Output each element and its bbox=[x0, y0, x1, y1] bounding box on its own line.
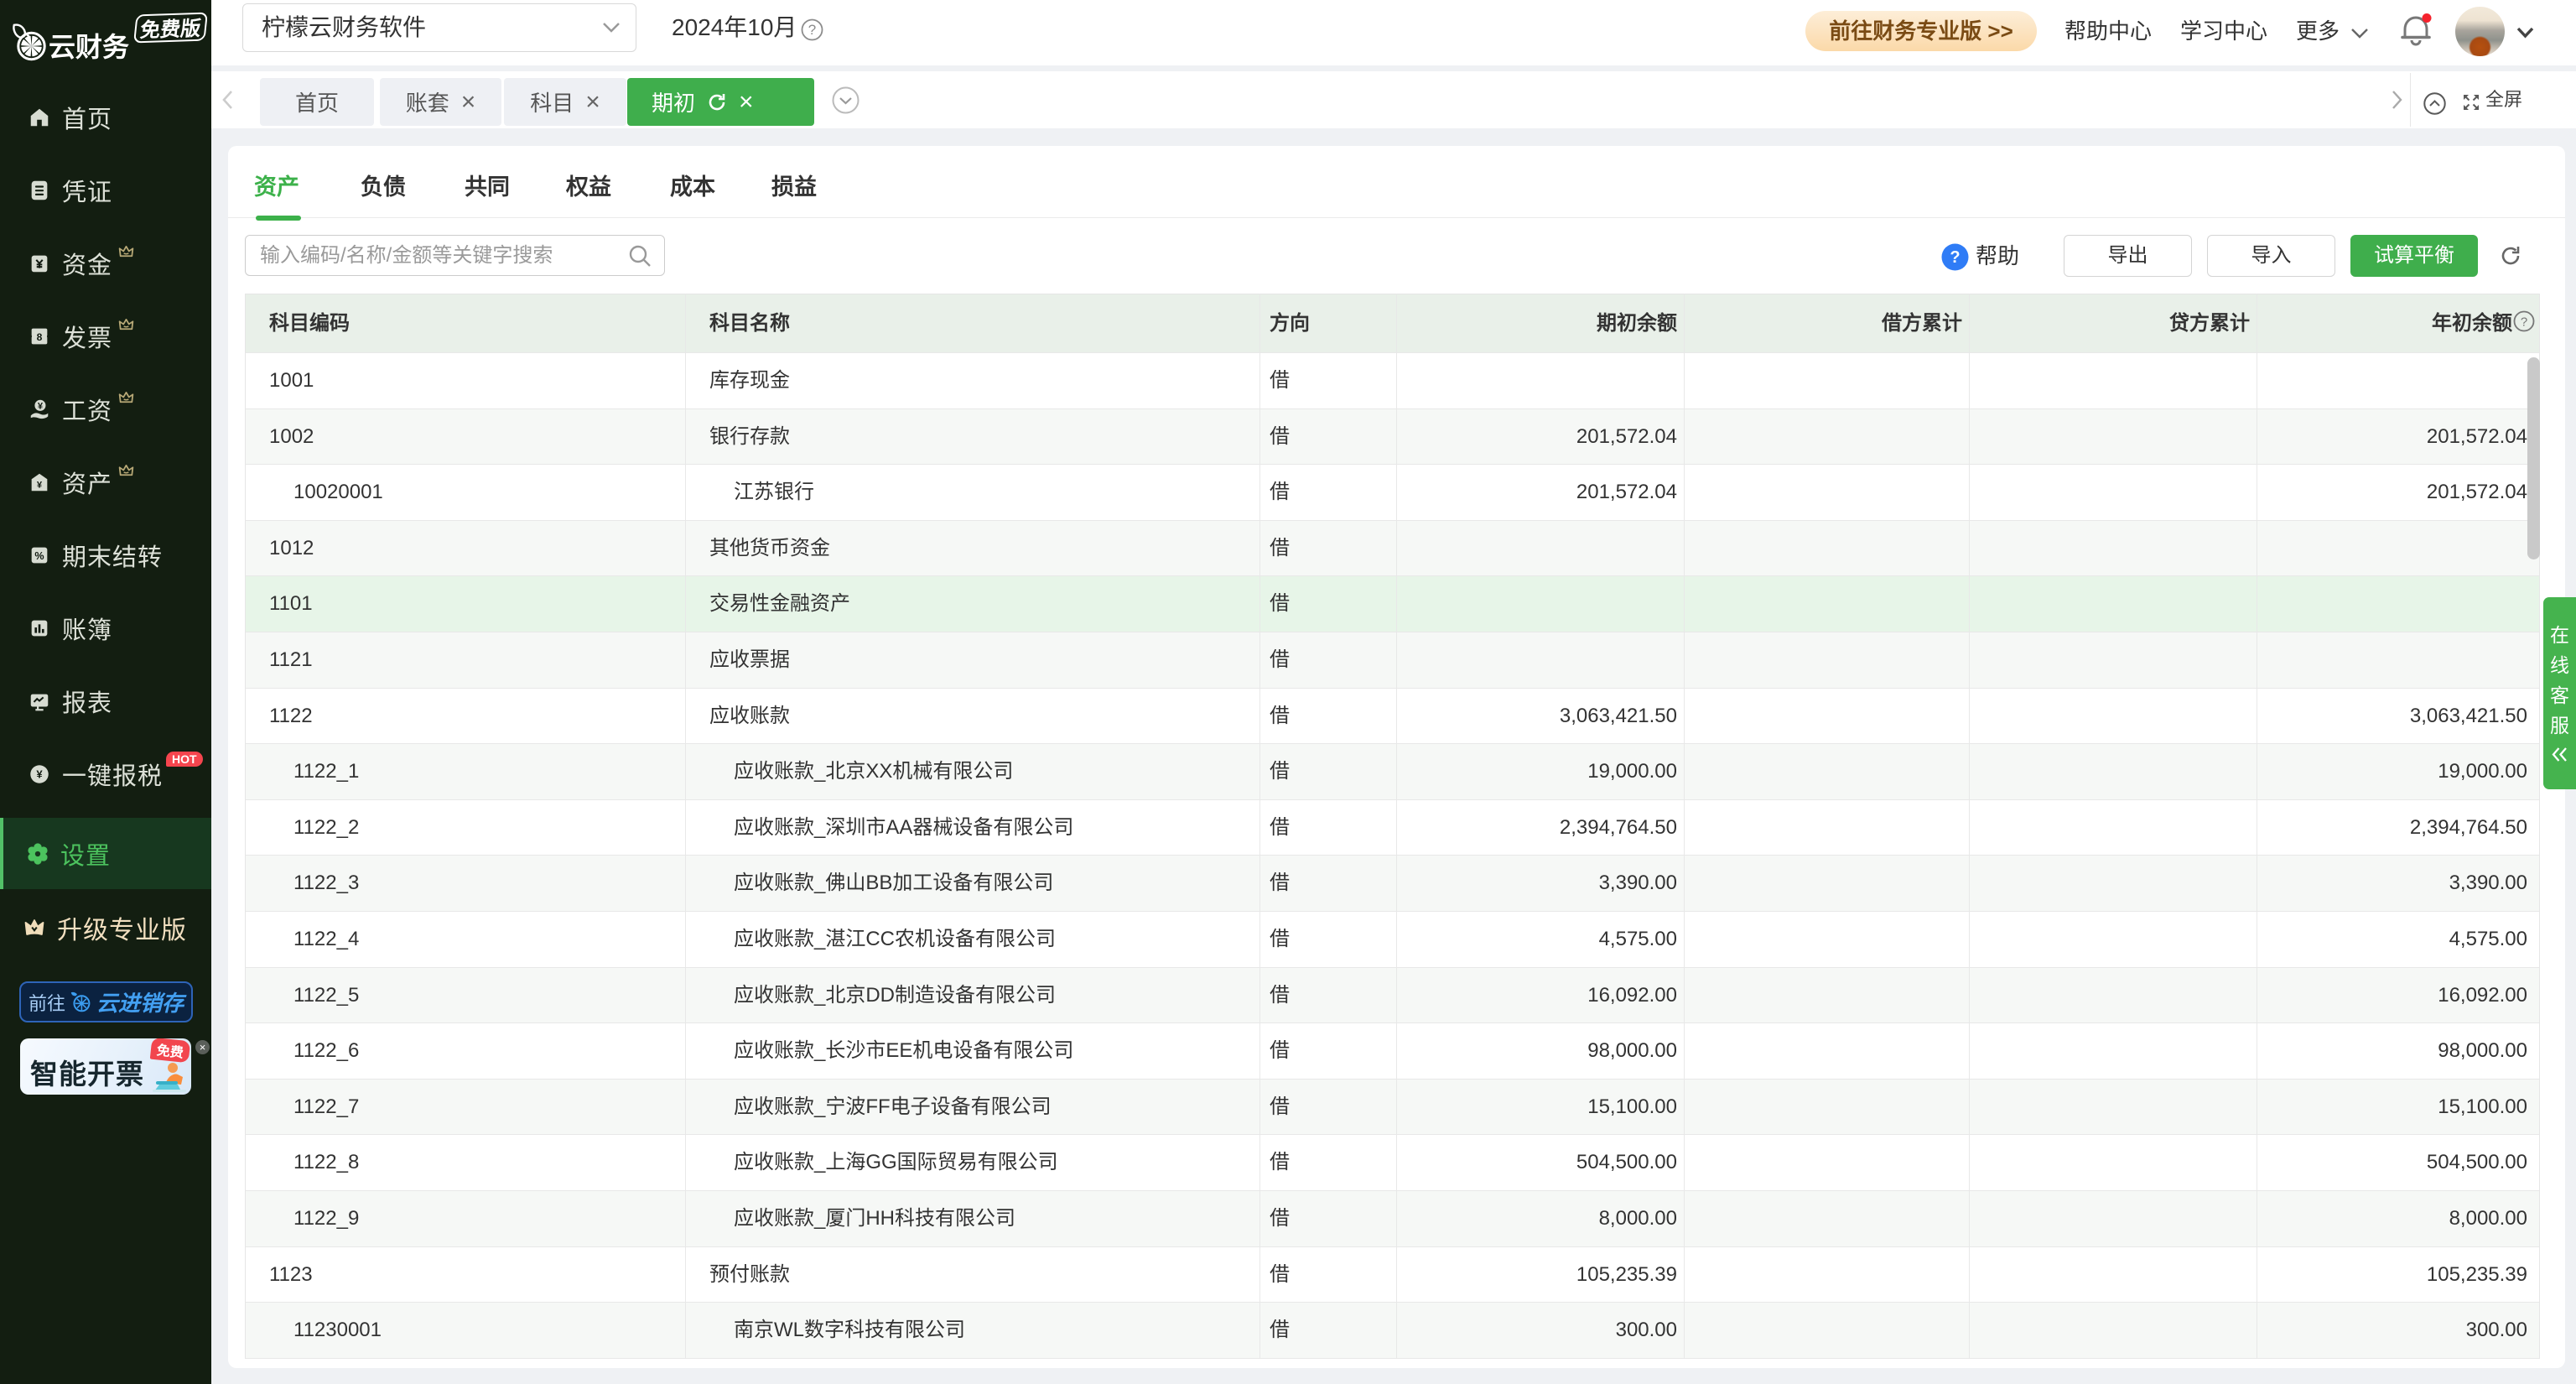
svg-text:?: ? bbox=[808, 22, 816, 38]
svg-text:%: % bbox=[34, 549, 44, 561]
svg-text:¥: ¥ bbox=[36, 767, 43, 780]
svg-text:?: ? bbox=[2521, 315, 2527, 330]
svg-text:¥: ¥ bbox=[38, 401, 44, 411]
svg-text:8: 8 bbox=[37, 331, 43, 343]
svg-text:¥: ¥ bbox=[37, 480, 43, 490]
svg-text:?: ? bbox=[1950, 248, 1960, 267]
